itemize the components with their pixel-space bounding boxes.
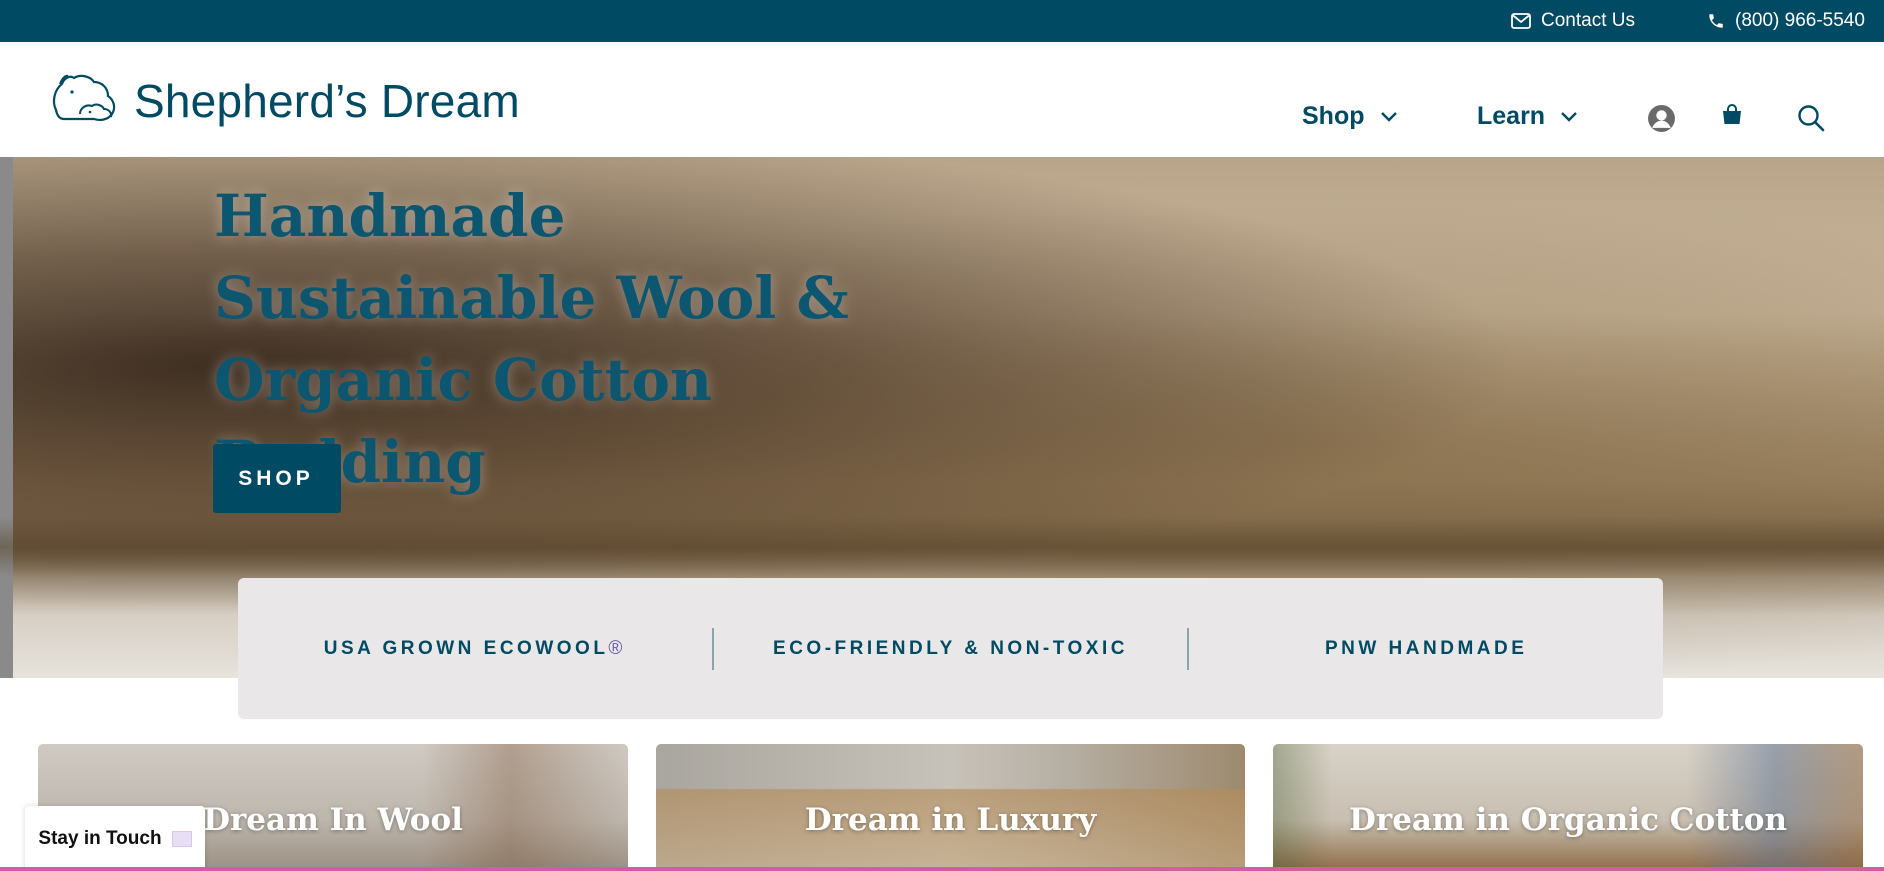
chevron-down-icon xyxy=(1561,111,1577,122)
hero-shop-button[interactable]: SHOP xyxy=(213,444,341,513)
hero-edge xyxy=(0,157,13,678)
cart-icon xyxy=(1723,104,1741,124)
utility-bar: Contact Us (800) 966-5540 xyxy=(0,0,1884,42)
nav-shop[interactable]: Shop xyxy=(1302,102,1397,131)
stay-in-touch-button[interactable]: Stay in Touch xyxy=(25,806,205,871)
phone-link[interactable]: (800) 966-5540 xyxy=(1707,0,1865,42)
search-button[interactable] xyxy=(1797,104,1825,137)
sheep-logo-icon xyxy=(52,74,116,122)
registered-mark: ® xyxy=(608,637,626,659)
feature-pnw-handmade: PNW HANDMADE xyxy=(1324,637,1528,659)
feature-eco-friendly: ECO-FRIENDLY & NON-TOXIC xyxy=(773,637,1128,659)
logo-text: Shepherd’s Dream xyxy=(134,75,520,127)
account-icon xyxy=(1648,105,1675,132)
nav-learn[interactable]: Learn xyxy=(1477,102,1577,131)
category-card-organic-cotton[interactable]: Dream in Organic Cotton xyxy=(1273,744,1863,871)
feature-ecowool: USA GROWN ECOWOOL® xyxy=(238,638,712,660)
site-header: Shepherd’s Dream Shop Learn xyxy=(0,42,1884,157)
bottom-accent-line xyxy=(0,867,1884,871)
contact-us-link[interactable]: Contact Us xyxy=(1511,0,1635,42)
cart-button[interactable] xyxy=(1720,103,1744,132)
account-button[interactable] xyxy=(1647,104,1676,138)
search-icon xyxy=(1798,105,1825,132)
chevron-down-icon xyxy=(1380,111,1397,122)
category-card-label: Dream in Organic Cotton xyxy=(1348,802,1787,838)
envelope-icon xyxy=(171,830,192,847)
features-strip: USA GROWN ECOWOOL® ECO-FRIENDLY & NON-TO… xyxy=(238,578,1663,719)
nav-shop-label: Shop xyxy=(1302,102,1365,130)
category-card-label: Dream in Luxury xyxy=(804,802,1097,838)
mail-icon xyxy=(1511,13,1531,29)
category-card-luxury[interactable]: Dream in Luxury xyxy=(656,744,1245,871)
stay-in-touch-label: Stay in Touch xyxy=(38,827,162,849)
hero-image-detail xyxy=(0,517,1884,577)
feature-ecowool-label: USA GROWN ECOWOOL xyxy=(323,637,609,659)
contact-us-label: Contact Us xyxy=(1541,10,1635,31)
nav-learn-label: Learn xyxy=(1477,102,1546,130)
phone-number: (800) 966-5540 xyxy=(1735,10,1865,31)
phone-icon xyxy=(1709,14,1723,28)
site-logo[interactable]: Shepherd’s Dream xyxy=(50,70,520,132)
